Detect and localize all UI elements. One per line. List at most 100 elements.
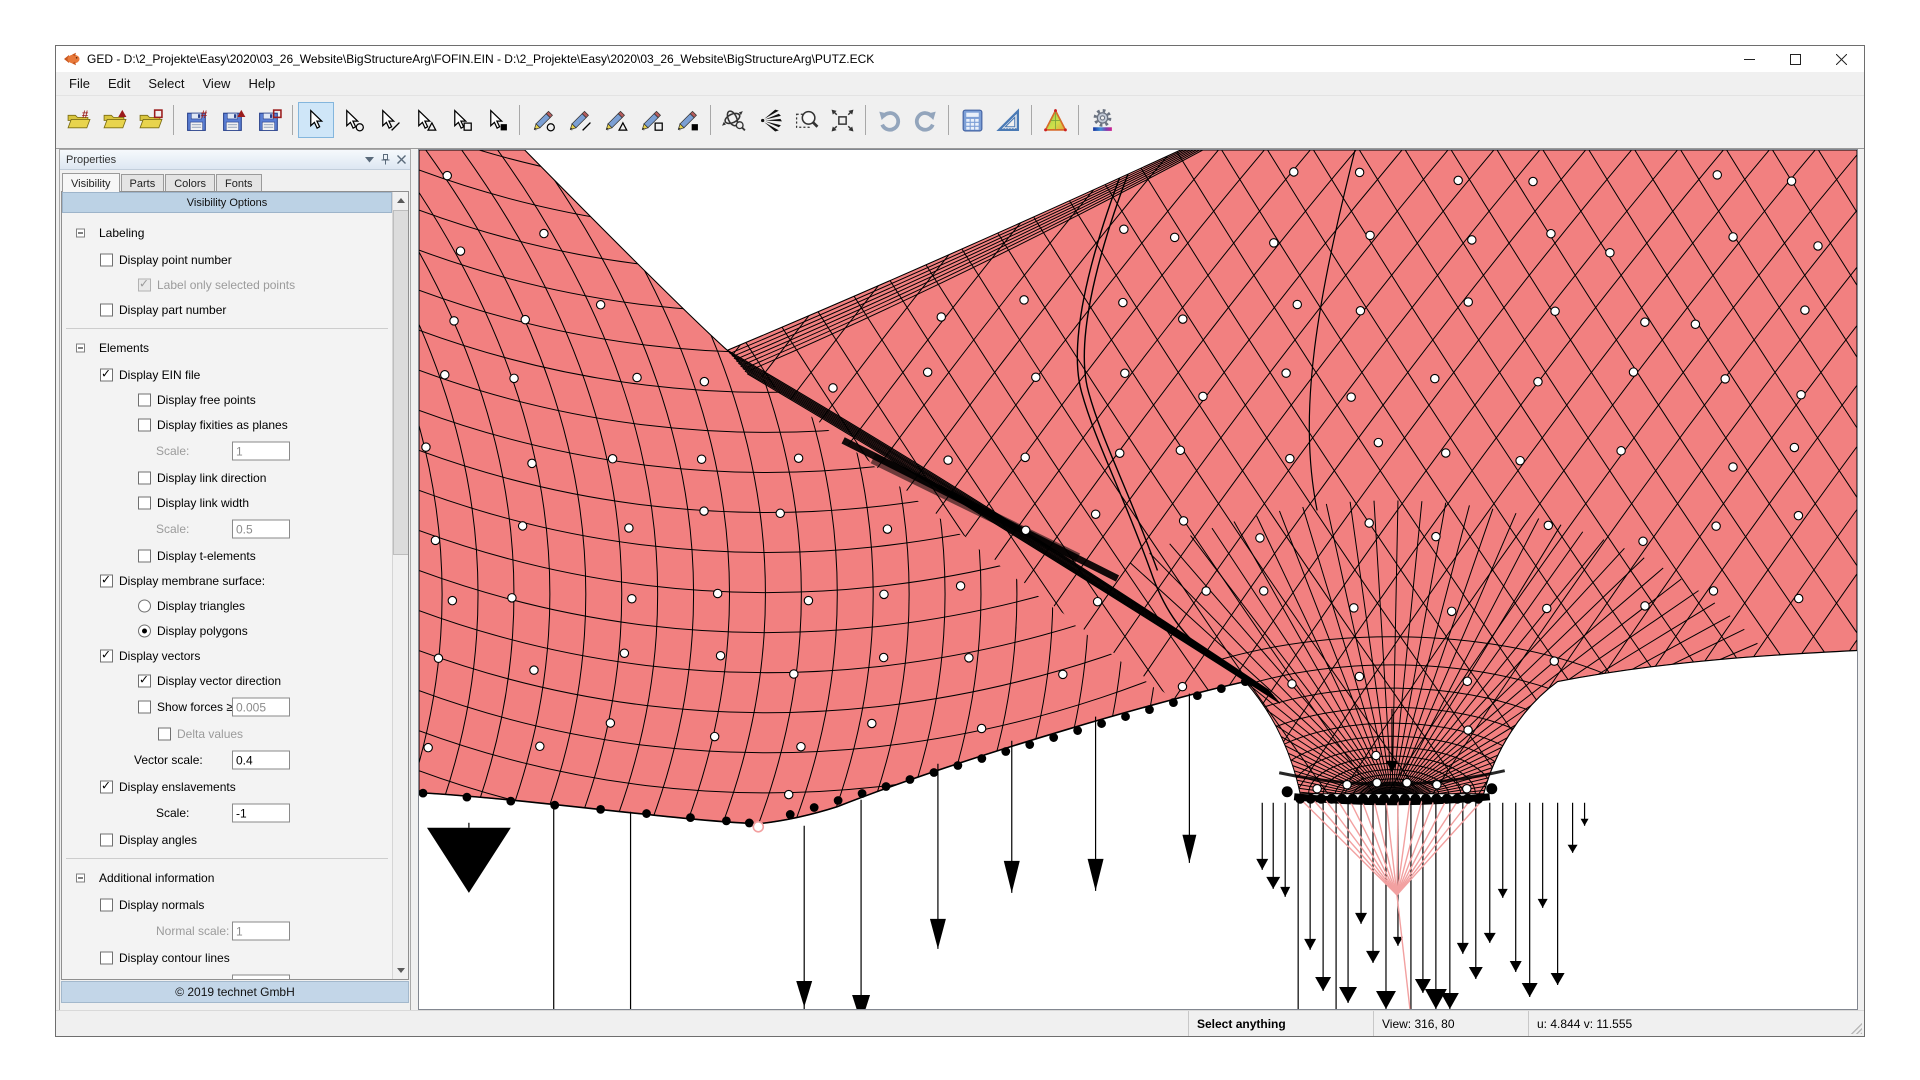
checkbox[interactable] [100,898,113,911]
collapse-icon[interactable] [76,874,85,883]
menu-select[interactable]: Select [139,74,193,93]
checkbox[interactable] [138,393,151,406]
save-squares-button[interactable] [251,102,287,138]
close-icon[interactable] [397,155,406,164]
field-vector-scale-21: Vector scale: [62,746,392,774]
input-vector-scale-21[interactable] [232,751,290,770]
menu-file[interactable]: File [60,74,99,93]
select-lines-button[interactable] [370,102,406,138]
draw-filled-button[interactable] [669,102,705,138]
select-cursor-button[interactable] [298,102,334,138]
checkbox[interactable] [158,727,171,740]
open-points-button[interactable]: # [60,102,96,138]
open-squares-button[interactable] [132,102,168,138]
toolbar-separator [865,105,866,135]
panel-header[interactable]: Properties [60,150,410,170]
section-label: Additional information [99,871,214,885]
scroll-down-icon[interactable] [393,962,409,979]
calculator-button[interactable] [954,102,990,138]
orbit-view-button[interactable] [716,102,752,138]
input-show-forces[interactable] [232,698,290,717]
scroll-up-icon[interactable] [393,192,409,209]
select-points-button[interactable] [334,102,370,138]
title-bar[interactable]: GED - D:\2_Projekte\Easy\2020\03_26_Webs… [56,46,1864,72]
checkbox[interactable] [138,471,151,484]
close-button[interactable] [1818,46,1864,72]
checkbox[interactable] [100,951,113,964]
redo-button[interactable] [907,102,943,138]
checkbox[interactable] [100,368,113,381]
tab-colors[interactable]: Colors [165,174,215,192]
mesh-surface-button[interactable] [1037,102,1073,138]
select-lines-icon [376,108,401,133]
option-label: Display membrane surface: [119,574,265,588]
undo-button[interactable] [871,102,907,138]
input-scale-12[interactable] [232,520,290,539]
draw-triangles-button[interactable] [597,102,633,138]
draw-squares-button[interactable] [633,102,669,138]
tab-parts[interactable]: Parts [121,174,165,192]
radio-button[interactable] [138,624,151,637]
collapse-icon[interactable] [76,229,85,238]
toolbar-separator [710,105,711,135]
input-scale-23[interactable] [232,804,290,823]
minimize-button[interactable] [1726,46,1772,72]
viewport-3d[interactable] [418,149,1858,1010]
save-triangles-button[interactable] [215,102,251,138]
input-scale-9[interactable] [232,442,290,461]
settings-colors-button[interactable] [1084,102,1120,138]
panel-scrollbar[interactable] [392,192,408,979]
checkbox-display-t-elements: Display t-elements [62,543,392,568]
draw-lines-button[interactable] [561,102,597,138]
checkbox[interactable] [100,833,113,846]
input-normal-scale-28[interactable] [232,922,290,941]
tab-fonts[interactable]: Fonts [216,174,262,192]
mesh-surface-icon [1043,108,1068,133]
app-window: GED - D:\2_Projekte\Easy\2020\03_26_Webs… [55,45,1865,1037]
checkbox[interactable] [100,303,113,316]
checkbox-display-membrane-surface: Display membrane surface: [62,568,392,593]
zoom-window-button[interactable] [788,102,824,138]
panel-title: Properties [66,154,116,166]
pin-icon[interactable] [381,154,390,165]
maximize-button[interactable] [1772,46,1818,72]
section-separator [62,852,392,864]
zoom-extents-button[interactable] [824,102,860,138]
select-squares-button[interactable] [442,102,478,138]
menu-edit[interactable]: Edit [99,74,139,93]
panel-splitter[interactable] [411,149,418,1010]
save-points-button[interactable]: # [179,102,215,138]
checkbox[interactable] [138,549,151,562]
tab-visibility[interactable]: Visibility [62,173,120,192]
radio-button[interactable] [138,599,151,612]
chevron-down-icon[interactable] [365,156,374,163]
select-points-icon [340,108,365,133]
menu-view[interactable]: View [194,74,240,93]
toolbar-separator [1078,105,1079,135]
select-triangles-button[interactable] [406,102,442,138]
input-distance-30[interactable] [232,975,290,980]
select-filled-button[interactable] [478,102,514,138]
set-square-button[interactable] [990,102,1026,138]
section-separator [62,322,392,334]
checkbox-display-point-number: Display point number [62,247,392,272]
checkbox[interactable] [138,418,151,431]
checkbox[interactable] [100,780,113,793]
checkbox[interactable] [138,496,151,509]
zoom-burst-button[interactable] [752,102,788,138]
open-triangles-button[interactable] [96,102,132,138]
collapse-icon[interactable] [76,344,85,353]
checkbox[interactable] [138,701,151,714]
scrollbar-thumb[interactable] [393,210,409,555]
checkbox-delta-values: Delta values [62,721,392,746]
field-scale-9: Scale: [62,437,392,465]
menu-help[interactable]: Help [239,74,284,93]
resize-grip[interactable] [1846,1011,1864,1036]
checkbox[interactable] [138,278,151,291]
checkbox[interactable] [100,649,113,662]
checkbox[interactable] [100,574,113,587]
draw-points-button[interactable] [525,102,561,138]
checkbox[interactable] [138,674,151,687]
open-squares-icon [138,108,163,133]
checkbox[interactable] [100,253,113,266]
